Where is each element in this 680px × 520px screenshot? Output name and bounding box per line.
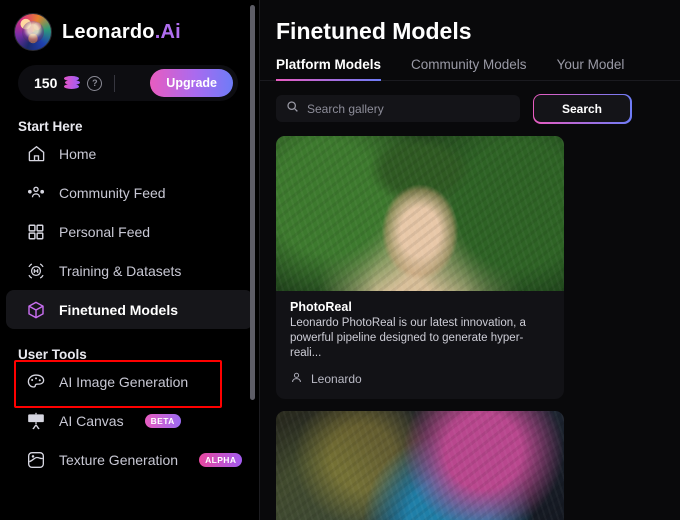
search-icon [286, 100, 299, 118]
user-icon [290, 371, 303, 387]
model-card-author-name: Leonardo [311, 372, 362, 386]
sidebar-item-training-datasets[interactable]: Training & Datasets [6, 251, 253, 290]
model-card-description: Leonardo PhotoReal is our latest innovat… [290, 316, 550, 361]
sidebar-item-label: Personal Feed [59, 224, 150, 240]
sidebar-item-label: Finetuned Models [59, 302, 178, 318]
home-icon [26, 144, 46, 164]
sidebar-item-label: Home [59, 146, 96, 162]
sidebar-scrollbar[interactable] [250, 5, 255, 400]
credit-count: 150 [34, 75, 57, 91]
search-row: Search gallery Search [260, 81, 680, 122]
sidebar-item-personal-feed[interactable]: Personal Feed [6, 212, 253, 251]
model-grid: PhotoReal Leonardo PhotoReal is our late… [260, 122, 680, 520]
tab-community-models[interactable]: Community Models [411, 57, 527, 81]
sidebar-item-label: AI Canvas [59, 413, 124, 429]
sidebar-item-finetuned-models[interactable]: Finetuned Models [6, 290, 253, 329]
search-placeholder: Search gallery [307, 102, 384, 116]
cube-icon [26, 300, 46, 320]
coins-icon [64, 76, 80, 90]
model-card-body: PhotoReal Leonardo PhotoReal is our late… [276, 291, 564, 361]
brand-name-suffix: .Ai [155, 21, 181, 43]
tab-your-models[interactable]: Your Model [557, 57, 625, 81]
sidebar-item-home[interactable]: Home [6, 134, 253, 173]
grid-icon [26, 222, 46, 242]
brand[interactable]: Leonardo.Ai [0, 0, 259, 51]
badge-alpha: ALPHA [199, 453, 242, 467]
brand-name-main: Leonardo [62, 21, 155, 43]
badge-beta: BETA [145, 414, 181, 428]
divider [114, 75, 115, 92]
model-card[interactable]: PhotoReal Leonardo PhotoReal is our late… [276, 136, 564, 399]
help-circle-icon[interactable]: ? [87, 76, 102, 91]
canvas-icon [26, 411, 46, 431]
brand-name: Leonardo.Ai [62, 21, 181, 44]
main-content: Finetuned Models Platform Models Communi… [260, 0, 680, 520]
search-input[interactable]: Search gallery [276, 95, 520, 122]
sidebar-item-texture-generation[interactable]: Texture Generation ALPHA [6, 440, 253, 479]
search-button-wrapper: Search [534, 95, 630, 122]
sidebar-item-label: Community Feed [59, 185, 166, 201]
search-button[interactable]: Search [534, 95, 630, 122]
model-card-author: Leonardo [276, 361, 564, 399]
model-card[interactable]: RPG v5 Anashel returns with a model spec… [276, 411, 564, 520]
tab-platform-models[interactable]: Platform Models [276, 57, 381, 81]
tab-bar: Platform Models Community Models Your Mo… [260, 45, 680, 81]
sidebar-item-label: Texture Generation [59, 452, 178, 468]
user-tools-label: User Tools [0, 347, 259, 362]
sidebar: Leonardo.Ai 150 ? Upgrade Start Here Hom… [0, 0, 260, 520]
palette-icon [26, 372, 46, 392]
leonardo-avatar-icon [14, 13, 52, 51]
start-here-label: Start Here [0, 119, 259, 134]
model-card-image [276, 411, 564, 520]
upgrade-button[interactable]: Upgrade [150, 69, 233, 97]
sidebar-item-ai-canvas[interactable]: AI Canvas BETA [6, 401, 253, 440]
sidebar-item-community-feed[interactable]: Community Feed [6, 173, 253, 212]
sidebar-item-label: Training & Datasets [59, 263, 181, 279]
training-icon [26, 261, 46, 281]
sidebar-item-label: AI Image Generation [59, 374, 188, 390]
model-card-title: PhotoReal [290, 300, 550, 314]
sidebar-item-ai-image-generation[interactable]: AI Image Generation [6, 362, 253, 401]
page-title: Finetuned Models [260, 0, 680, 45]
model-card-image [276, 136, 564, 291]
credits-pill[interactable]: 150 ? Upgrade [18, 65, 238, 101]
people-icon [26, 183, 46, 203]
app-root: Leonardo.Ai 150 ? Upgrade Start Here Hom… [0, 0, 680, 520]
texture-icon [26, 450, 46, 470]
